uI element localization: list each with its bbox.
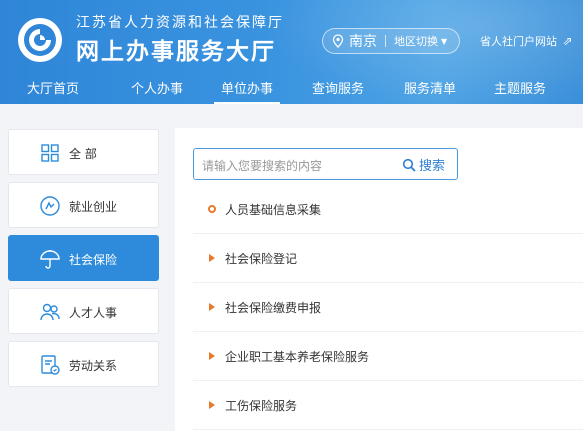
portal-link[interactable]: 省人社门户网站 ⇗ <box>480 33 573 49</box>
service-item[interactable]: 人员基础信息采集 <box>193 185 583 234</box>
employment-icon <box>40 196 60 216</box>
nav-personal[interactable]: 个人办事 <box>110 70 204 104</box>
service-item[interactable]: 社会保险缴费申报 <box>193 283 583 332</box>
category-sidebar: 全 部 就业创业 社会保险 人才人事 劳动关系 <box>0 104 172 431</box>
site-logo[interactable] <box>18 18 62 62</box>
service-item-label: 社会保险登记 <box>225 251 298 266</box>
current-city: 南京 <box>349 34 377 50</box>
portal-link-label: 省人社门户网站 <box>480 35 557 48</box>
category-all[interactable]: 全 部 <box>8 129 159 175</box>
category-labor-relations[interactable]: 劳动关系 <box>8 341 159 387</box>
main-nav: 大厅首页 个人办事 单位办事 查询服务 服务清单 主题服务 <box>0 70 583 104</box>
service-item[interactable]: 工伤保险服务 <box>193 381 583 430</box>
category-employment[interactable]: 就业创业 <box>8 182 159 228</box>
pill-divider <box>385 35 386 47</box>
triangle-bullet-icon <box>209 303 215 311</box>
nav-service-list[interactable]: 服务清单 <box>386 70 474 104</box>
service-item-label: 工伤保险服务 <box>225 398 298 413</box>
logo-swirl-icon <box>24 24 56 56</box>
category-label: 社会保险 <box>69 253 118 267</box>
search-button-label: 搜索 <box>419 159 446 174</box>
service-item[interactable]: 社会保险登记 <box>193 234 583 283</box>
triangle-bullet-icon <box>209 352 215 360</box>
chevron-down-icon: ▼ <box>441 36 448 46</box>
region-switch[interactable]: 地区切换 <box>394 33 438 49</box>
service-item-label: 企业职工基本养老保险服务 <box>225 349 370 364</box>
site-subtitle: 江苏省人力资源和社会保障厅 <box>76 15 284 31</box>
location-pin-icon <box>332 34 344 48</box>
service-item-label: 人员基础信息采集 <box>225 202 322 217</box>
people-icon <box>40 303 60 321</box>
nav-theme[interactable]: 主题服务 <box>476 70 564 104</box>
search-box[interactable]: 请输入您要搜索的内容 搜索 <box>193 148 458 180</box>
grid-icon <box>41 144 59 162</box>
search-input[interactable]: 请输入您要搜索的内容 <box>202 157 322 174</box>
category-label: 全 部 <box>69 147 97 161</box>
triangle-bullet-icon <box>209 401 215 409</box>
category-label: 人才人事 <box>69 306 118 320</box>
document-icon <box>41 355 60 375</box>
nav-home[interactable]: 大厅首页 <box>8 70 98 104</box>
site-title: 网上办事服务大厅 <box>76 39 276 65</box>
service-item[interactable]: 企业职工基本养老保险服务 <box>193 332 583 381</box>
nav-query[interactable]: 查询服务 <box>294 70 382 104</box>
external-link-icon: ⇗ <box>562 34 573 48</box>
umbrella-icon <box>40 250 60 269</box>
circle-bullet-icon <box>208 205 216 213</box>
search-icon <box>402 158 416 172</box>
site-header: 江苏省人力资源和社会保障厅 网上办事服务大厅 南京 地区切换 ▼ 省人社门户网站… <box>0 0 583 104</box>
triangle-bullet-icon <box>209 254 215 262</box>
nav-employer[interactable]: 单位办事 <box>204 70 290 104</box>
service-panel: 请输入您要搜索的内容 搜索 人员基础信息采集 社会保险登记 社会保险缴费申报 企 <box>175 128 583 431</box>
category-label: 劳动关系 <box>69 359 118 373</box>
category-talent[interactable]: 人才人事 <box>8 288 159 334</box>
city-selector[interactable]: 南京 地区切换 ▼ <box>322 28 460 54</box>
category-label: 就业创业 <box>69 200 118 214</box>
search-button[interactable]: 搜索 <box>402 155 445 174</box>
category-social-insurance[interactable]: 社会保险 <box>8 235 159 281</box>
service-item-label: 社会保险缴费申报 <box>225 300 322 315</box>
